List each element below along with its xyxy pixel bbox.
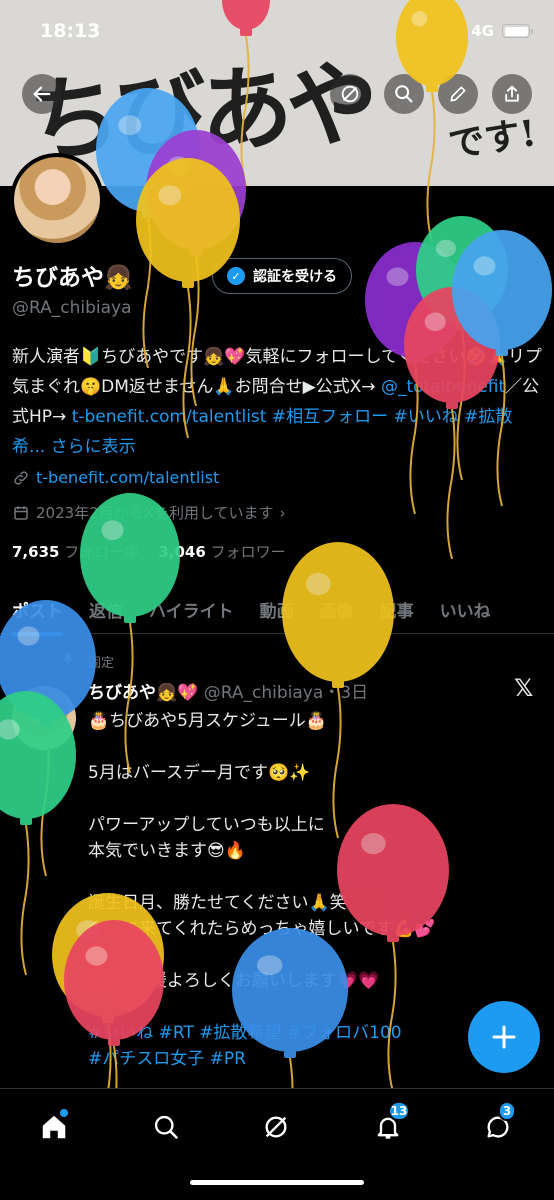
profile-avatar[interactable]	[10, 153, 104, 247]
followers-count: 3,046	[158, 543, 206, 561]
bio-website-link[interactable]: t-benefit.com/talentlist	[72, 407, 267, 427]
search-icon	[395, 85, 413, 103]
joined-label: 2023年2月からXを利用しています	[36, 504, 274, 522]
display-name: ちびあや👧	[12, 265, 133, 291]
pencil-icon	[450, 86, 466, 102]
followers-label: フォロワー	[210, 543, 286, 561]
bio-mention-link[interactable]: @_totalbenefit	[381, 377, 505, 397]
follow-stats: 7,635 フォロー中 3,046 フォロワー	[12, 541, 286, 562]
show-more-link[interactable]: さらに表示	[51, 437, 136, 457]
post-author[interactable]: ちびあや👧💖	[88, 683, 198, 703]
back-arrow-icon	[33, 86, 51, 102]
bio-text-1: 新人演者🔰ちびあやです👧💖気軽にフォローし	[12, 347, 381, 367]
home-indicator	[190, 1180, 364, 1185]
back-button[interactable]	[22, 74, 62, 114]
status-right: 4G	[445, 22, 533, 40]
post-body: 🎂ちびあや5月スケジュール🎂 5月はバースデー月です🥺✨ パワーアップしていつも…	[88, 711, 436, 991]
tab-posts[interactable]: ポスト	[12, 597, 63, 636]
post-handle-time: @RA_chibiaya・3日	[203, 683, 369, 703]
status-time: 18:13	[40, 20, 101, 42]
tab-replies[interactable]: 返信	[89, 597, 123, 622]
profile-bio: 新人演者🔰ちびあやです👧💖気軽にフォローしてください🤣🙏リプ気まぐれ🤫DM返せま…	[12, 342, 542, 462]
tab-articles[interactable]: 記事	[380, 597, 414, 622]
pin-icon	[60, 652, 76, 672]
following-stat[interactable]: 7,635 フォロー中	[12, 543, 139, 561]
get-verified-button[interactable]: ✓ 認証を受ける	[212, 258, 352, 294]
following-count: 7,635	[12, 543, 60, 561]
messages-badge: 3	[498, 1101, 516, 1121]
website-label: t-benefit.com/talentlist	[36, 468, 220, 487]
nav-home[interactable]	[34, 1107, 74, 1147]
grok-icon	[265, 1116, 287, 1138]
nav-search[interactable]	[146, 1107, 186, 1147]
calendar-icon	[14, 505, 28, 520]
profile-website[interactable]: t-benefit.com/talentlist	[12, 468, 219, 487]
tab-likes[interactable]: いいね	[440, 597, 491, 622]
plus-icon	[492, 1025, 516, 1049]
edit-button[interactable]	[438, 74, 478, 114]
status-bar: 18:13 4G	[0, 0, 554, 64]
grok-icon	[341, 85, 359, 103]
get-verified-label: 認証を受ける	[253, 269, 337, 285]
share-button[interactable]	[492, 74, 532, 114]
nav-notifications[interactable]: 13	[368, 1101, 410, 1147]
profile-joined[interactable]: 2023年2月からXを利用しています ›	[12, 502, 286, 523]
search-icon	[154, 1115, 178, 1139]
chevron-right-icon: ›	[279, 503, 286, 522]
followers-stat[interactable]: 3,046 フォロワー	[158, 543, 285, 561]
nav-messages[interactable]: 3	[478, 1101, 518, 1147]
grok-button[interactable]	[330, 74, 370, 114]
tab-videos[interactable]: 動画	[260, 597, 294, 622]
home-dot-badge	[60, 1109, 68, 1117]
nav-grok[interactable]	[256, 1107, 296, 1147]
notifications-badge: 13	[388, 1101, 410, 1121]
pinned-label: 固定	[88, 656, 115, 671]
link-icon	[14, 470, 28, 485]
post-avatar[interactable]	[12, 686, 76, 750]
post-header: ちびあや👧💖 @RA_chibiaya・3日	[88, 678, 368, 703]
tab-highlights[interactable]: ハイライト	[149, 597, 234, 622]
profile-handle: @RA_chibiaya	[12, 298, 132, 318]
following-label: フォロー中	[64, 543, 140, 561]
battery-icon	[502, 24, 533, 38]
post-text: 🎂ちびあや5月スケジュール🎂 5月はバースデー月です🥺✨ パワーアップしていつも…	[88, 708, 538, 1072]
x-logo-icon: 𝕏	[514, 674, 534, 702]
compose-button[interactable]	[468, 1001, 540, 1073]
search-button[interactable]	[384, 74, 424, 114]
profile-tabs: ポスト 返信 ハイライト 動画 画像 記事 いいね	[0, 586, 554, 636]
tab-images[interactable]: 画像	[320, 597, 354, 622]
post-hashtags[interactable]: #いいね #RT #拡散希望 #フォロバ100 #パチスロ女子 #PR	[88, 1023, 402, 1069]
share-icon	[505, 85, 519, 102]
verified-badge-icon: ✓	[227, 267, 245, 285]
signal-icon	[445, 24, 464, 38]
network-label: 4G	[471, 22, 494, 40]
